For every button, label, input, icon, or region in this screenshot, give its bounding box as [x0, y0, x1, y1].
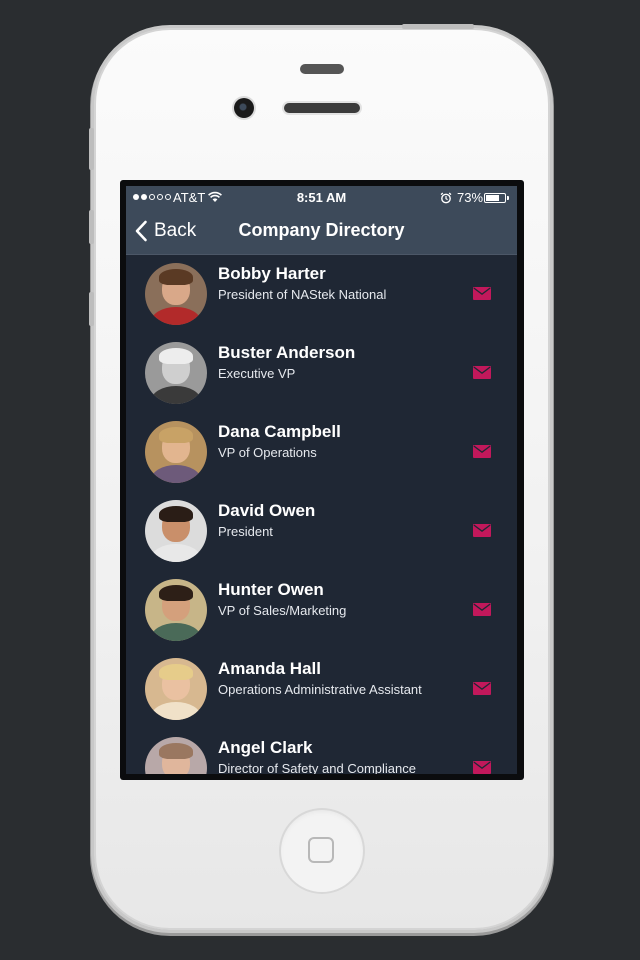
directory-row[interactable]: Amanda Hall Operations Administrative Ass…	[126, 650, 517, 729]
mail-icon[interactable]	[473, 603, 491, 616]
battery-icon	[484, 193, 509, 203]
employee-name: Amanda Hall	[218, 659, 321, 678]
employee-name: David Owen	[218, 501, 316, 520]
employee-title: Operations Administrative Assistant	[218, 682, 422, 697]
volume-up-button	[89, 210, 94, 244]
avatar	[145, 737, 207, 774]
mail-icon[interactable]	[473, 287, 491, 300]
employee-name: Bobby Harter	[218, 264, 326, 283]
avatar	[145, 500, 207, 562]
employee-name: Angel Clark	[218, 738, 313, 757]
avatar	[145, 263, 207, 325]
page-title: Company Directory	[238, 220, 405, 240]
directory-row[interactable]: Bobby Harter President of NAStek National	[126, 255, 517, 334]
avatar	[145, 342, 207, 404]
mail-icon[interactable]	[473, 682, 491, 695]
home-square-icon	[308, 837, 334, 863]
earpiece-speaker	[284, 103, 360, 113]
employee-name: Hunter Owen	[218, 580, 324, 599]
avatar	[145, 658, 207, 720]
directory-row[interactable]: David Owen President	[126, 492, 517, 571]
avatar	[145, 421, 207, 483]
front-camera-icon	[234, 98, 254, 118]
mail-icon[interactable]	[473, 761, 491, 774]
directory-row[interactable]: Dana Campbell VP of Operations	[126, 413, 517, 492]
employee-title: VP of Sales/Marketing	[218, 603, 347, 618]
employee-name: Dana Campbell	[218, 422, 341, 441]
employee-title: President	[218, 524, 273, 539]
employee-title: Executive VP	[218, 366, 296, 381]
employee-title: VP of Operations	[218, 445, 317, 460]
directory-row[interactable]: Hunter Owen VP of Sales/Marketing	[126, 571, 517, 650]
battery-percent: 73%	[457, 190, 484, 205]
status-bar: AT&T 8:51 AM 73%	[126, 186, 517, 210]
app-screen: AT&T 8:51 AM 73% Back Company Directory …	[126, 186, 517, 774]
employee-name: Buster Anderson	[218, 343, 356, 362]
app-header: AT&T 8:51 AM 73% Back Company Directory	[126, 186, 517, 255]
home-button[interactable]	[279, 808, 365, 894]
mute-switch	[89, 128, 94, 170]
mail-icon[interactable]	[473, 366, 491, 379]
top-speaker	[300, 64, 344, 74]
mail-icon[interactable]	[473, 445, 491, 458]
directory-row[interactable]: Angel Clark Director of Safety and Compli…	[126, 729, 517, 774]
avatar	[145, 579, 207, 641]
mail-icon[interactable]	[473, 524, 491, 537]
employee-title: Director of Safety and Compliance	[218, 761, 416, 774]
battery-fill	[486, 195, 500, 201]
volume-down-button	[89, 292, 94, 326]
directory-row[interactable]: Buster Anderson Executive VP	[126, 334, 517, 413]
power-button	[402, 24, 474, 29]
employee-title: President of NAStek National	[218, 287, 387, 302]
alarm-clock-icon	[440, 192, 452, 204]
